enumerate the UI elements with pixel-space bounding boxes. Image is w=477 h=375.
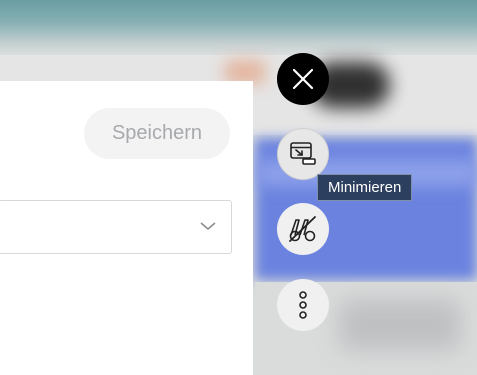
- chevron-down-icon: [200, 222, 216, 231]
- form-panel: Speichern: [0, 81, 253, 375]
- more-vertical-icon: [299, 291, 307, 319]
- select-dropdown[interactable]: [0, 200, 232, 254]
- tooltip: Minimieren: [317, 174, 413, 201]
- reader-mode-off-icon: [289, 216, 316, 242]
- close-icon: [292, 68, 314, 90]
- save-button[interactable]: Speichern: [84, 108, 230, 159]
- close-button[interactable]: [277, 53, 329, 105]
- minimize-button[interactable]: [277, 128, 329, 180]
- reader-mode-button[interactable]: [277, 203, 329, 255]
- background-gray-blur: [340, 300, 460, 350]
- background-header-blur: [0, 0, 477, 60]
- more-options-button[interactable]: [277, 279, 329, 331]
- minimize-window-icon: [290, 142, 316, 165]
